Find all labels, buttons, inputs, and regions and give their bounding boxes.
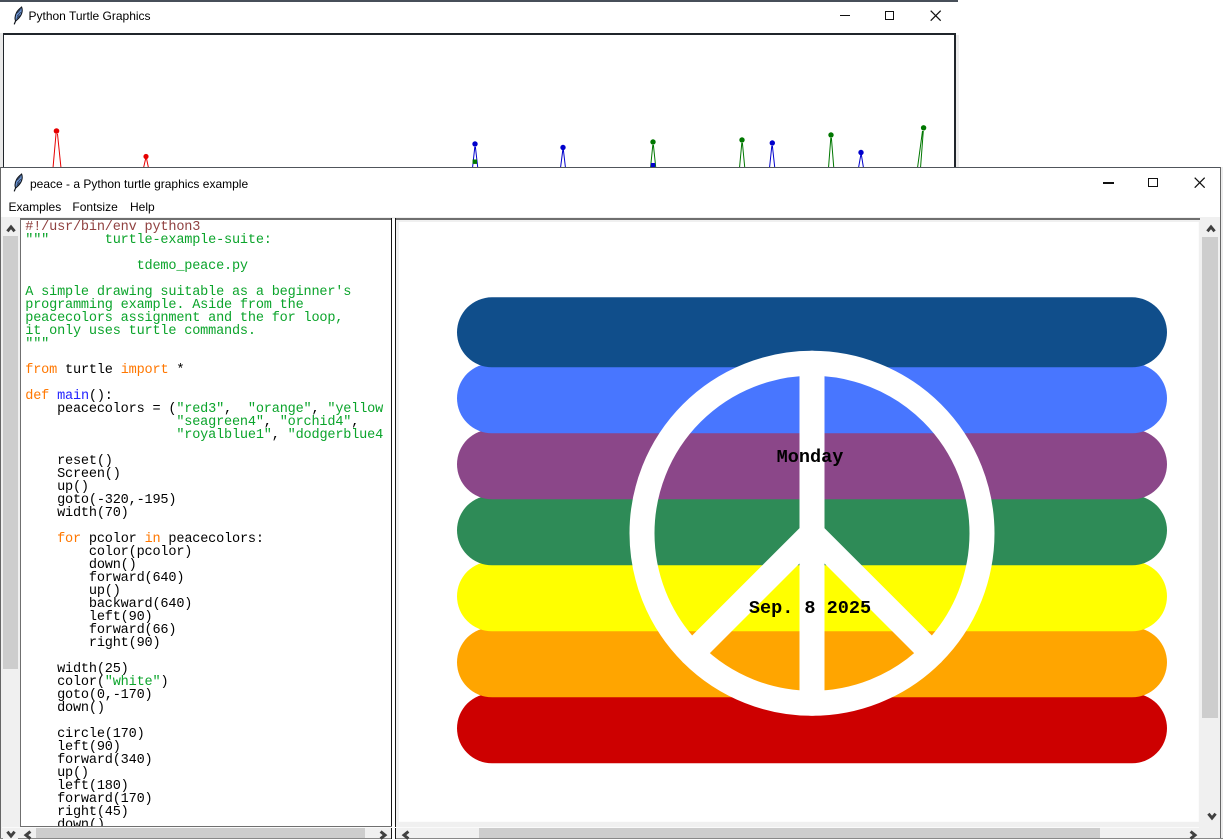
svg-text:Monday: Monday (777, 447, 844, 468)
svg-text:Sep. 8 2025: Sep. 8 2025 (749, 598, 871, 619)
